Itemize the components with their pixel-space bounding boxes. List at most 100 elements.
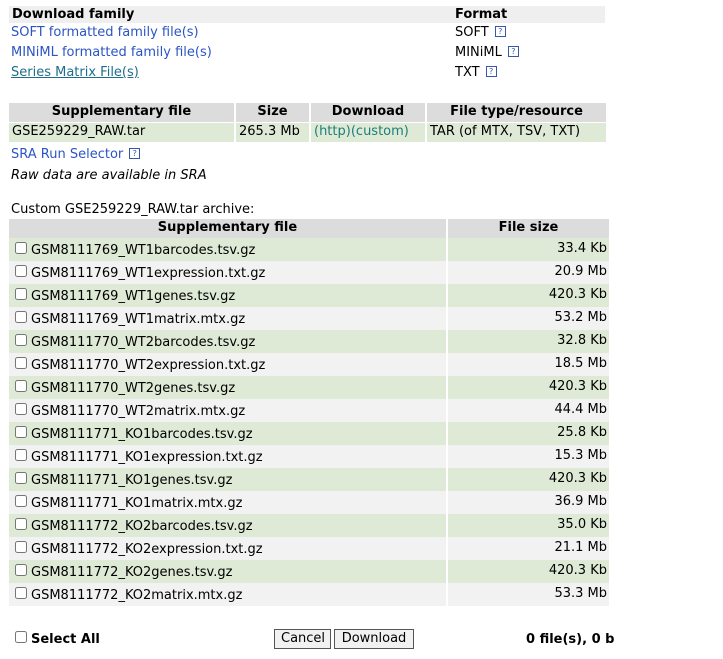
file-checkbox[interactable] — [15, 472, 27, 484]
supplementary-file-type: TAR (of MTX, TSV, TXT) — [427, 123, 606, 142]
column-divider — [446, 307, 448, 330]
file-checkbox[interactable] — [15, 426, 27, 438]
archive-header-file: Supplementary file — [9, 219, 446, 238]
family-row-soft: SOFT formatted family file(s) SOFT? — [9, 23, 605, 43]
sra-run-selector-link[interactable]: SRA Run Selector — [11, 147, 123, 162]
column-divider — [446, 583, 448, 606]
file-checkbox[interactable] — [15, 564, 27, 576]
header-size: Size — [236, 103, 309, 122]
table-row: GSM8111772_KO2expression.txt.gz 21.1 Mb — [9, 537, 609, 560]
sra-run-selector: SRA Run Selector? — [11, 147, 141, 162]
table-row: GSM8111771_KO1barcodes.tsv.gz 25.8 Kb — [9, 422, 609, 445]
table-row: GSM8111769_WT1barcodes.tsv.gz 33.4 Kb — [9, 238, 609, 261]
table-row: GSM8111771_KO1matrix.mtx.gz 36.9 Mb — [9, 491, 609, 514]
file-name: GSM8111772_KO2genes.tsv.gz — [31, 565, 233, 580]
file-checkbox[interactable] — [15, 288, 27, 300]
archive-rows: GSM8111769_WT1barcodes.tsv.gz 33.4 Kb GSM8… — [9, 238, 609, 606]
help-icon[interactable]: ? — [494, 26, 506, 37]
file-checkbox[interactable] — [15, 334, 27, 346]
select-all-label: Select All — [31, 632, 100, 647]
file-checkbox[interactable] — [15, 449, 27, 461]
supplementary-file-name: GSE259229_RAW.tar — [9, 123, 234, 142]
file-name: GSM8111770_WT2barcodes.tsv.gz — [31, 335, 256, 350]
column-divider — [446, 422, 448, 445]
file-size: 21.1 Mb — [554, 540, 607, 555]
series-matrix-link[interactable]: Series Matrix File(s) — [11, 65, 139, 80]
file-name: GSM8111771_KO1barcodes.tsv.gz — [31, 427, 253, 442]
header-download: Download — [311, 103, 425, 122]
file-name: GSM8111771_KO1expression.txt.gz — [31, 450, 263, 465]
file-name: GSM8111769_WT1expression.txt.gz — [31, 266, 266, 281]
miniml-format: MINiML? — [455, 45, 519, 60]
file-checkbox[interactable] — [15, 357, 27, 369]
file-name: GSM8111769_WT1genes.tsv.gz — [31, 289, 236, 304]
file-name: GSM8111770_WT2genes.tsv.gz — [31, 381, 236, 396]
file-checkbox[interactable] — [15, 265, 27, 277]
header-file-type: File type/resource — [427, 103, 606, 122]
cancel-button[interactable]: Cancel — [274, 629, 331, 649]
file-size: 36.9 Mb — [554, 494, 607, 509]
column-divider — [446, 491, 448, 514]
file-size: 44.4 Mb — [554, 402, 607, 417]
table-row: GSM8111772_KO2genes.tsv.gz 420.3 Kb — [9, 560, 609, 583]
select-all-checkbox[interactable] — [15, 631, 27, 643]
family-header-download: Download family — [12, 7, 135, 22]
file-checkbox[interactable] — [15, 518, 27, 530]
file-checkbox[interactable] — [15, 587, 27, 599]
file-size: 53.2 Mb — [554, 310, 607, 325]
help-icon[interactable]: ? — [507, 46, 519, 57]
download-button[interactable]: Download — [334, 629, 414, 649]
download-links: (http)(custom) — [311, 123, 425, 142]
archive-header-row: Supplementary file File size — [9, 219, 609, 238]
file-name: GSM8111772_KO2expression.txt.gz — [31, 542, 263, 557]
help-icon[interactable]: ? — [129, 148, 141, 159]
archive-file-table: Supplementary file File size GSM8111769_… — [9, 219, 609, 606]
file-name: GSM8111771_KO1genes.tsv.gz — [31, 473, 233, 488]
file-size: 420.3 Kb — [548, 287, 607, 302]
table-row: GSM8111771_KO1expression.txt.gz 15.3 Mb — [9, 445, 609, 468]
file-checkbox[interactable] — [15, 311, 27, 323]
file-name: GSM8111772_KO2barcodes.tsv.gz — [31, 519, 253, 534]
archive-header-size: File size — [448, 219, 609, 238]
file-checkbox[interactable] — [15, 380, 27, 392]
file-name: GSM8111770_WT2expression.txt.gz — [31, 358, 266, 373]
supplementary-file-size: 265.3 Mb — [236, 123, 309, 142]
column-divider — [446, 399, 448, 422]
file-size: 25.8 Kb — [557, 425, 607, 440]
download-family-table: Download family Format SOFT formatted fa… — [9, 6, 605, 83]
soft-family-link[interactable]: SOFT formatted family file(s) — [11, 25, 199, 40]
column-divider — [446, 353, 448, 376]
table-row: GSM8111770_WT2expression.txt.gz 18.5 Mb — [9, 353, 609, 376]
txt-format-label: TXT — [455, 65, 480, 80]
file-size: 32.8 Kb — [557, 333, 607, 348]
soft-format: SOFT? — [455, 25, 506, 40]
custom-download-link[interactable]: (custom) — [351, 124, 409, 139]
file-size: 20.9 Mb — [554, 264, 607, 279]
file-checkbox[interactable] — [15, 242, 27, 254]
file-name: GSM8111772_KO2matrix.mtx.gz — [31, 588, 243, 603]
file-name: GSM8111769_WT1matrix.mtx.gz — [31, 312, 246, 327]
file-size: 18.5 Mb — [554, 356, 607, 371]
file-checkbox[interactable] — [15, 541, 27, 553]
txt-format: TXT? — [455, 65, 497, 80]
table-row: GSM8111769_WT1expression.txt.gz 20.9 Mb — [9, 261, 609, 284]
file-checkbox[interactable] — [15, 403, 27, 415]
family-header-format: Format — [455, 7, 508, 22]
table-row: GSM8111770_WT2genes.tsv.gz 420.3 Kb — [9, 376, 609, 399]
miniml-family-link[interactable]: MINiML formatted family file(s) — [11, 45, 212, 60]
custom-archive-title: Custom GSE259229_RAW.tar archive: — [11, 202, 255, 217]
http-download-link[interactable]: (http) — [314, 124, 351, 139]
file-size: 33.4 Kb — [557, 241, 607, 256]
column-divider — [446, 560, 448, 583]
file-name: GSM8111769_WT1barcodes.tsv.gz — [31, 243, 256, 258]
file-checkbox[interactable] — [15, 495, 27, 507]
file-size: 53.3 Mb — [554, 586, 607, 601]
help-icon[interactable]: ? — [485, 66, 497, 77]
footer-bar: Select All Cancel Download 0 file(s), 0 … — [0, 625, 723, 655]
table-row: GSM8111769_WT1matrix.mtx.gz 53.2 Mb — [9, 307, 609, 330]
column-divider — [446, 238, 448, 261]
file-size: 420.3 Kb — [548, 471, 607, 486]
header-supplementary-file: Supplementary file — [9, 103, 234, 122]
column-divider — [446, 468, 448, 491]
file-name: GSM8111771_KO1matrix.mtx.gz — [31, 496, 243, 511]
